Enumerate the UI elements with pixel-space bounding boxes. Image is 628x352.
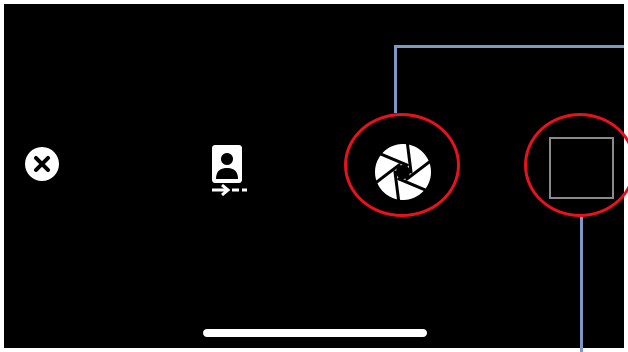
camera-screen xyxy=(4,4,624,348)
shutter-connector-horizontal xyxy=(394,45,624,48)
flip-camera-button[interactable] xyxy=(209,144,249,200)
square-button[interactable] xyxy=(549,137,614,199)
aperture-icon xyxy=(375,142,431,202)
close-button[interactable] xyxy=(25,147,59,181)
close-icon xyxy=(25,147,59,181)
home-indicator[interactable] xyxy=(203,329,427,337)
shutter-button[interactable] xyxy=(370,139,436,205)
square-connector-vertical xyxy=(580,217,583,352)
portrait-flip-icon xyxy=(212,145,247,197)
shutter-connector-vertical xyxy=(394,47,397,113)
